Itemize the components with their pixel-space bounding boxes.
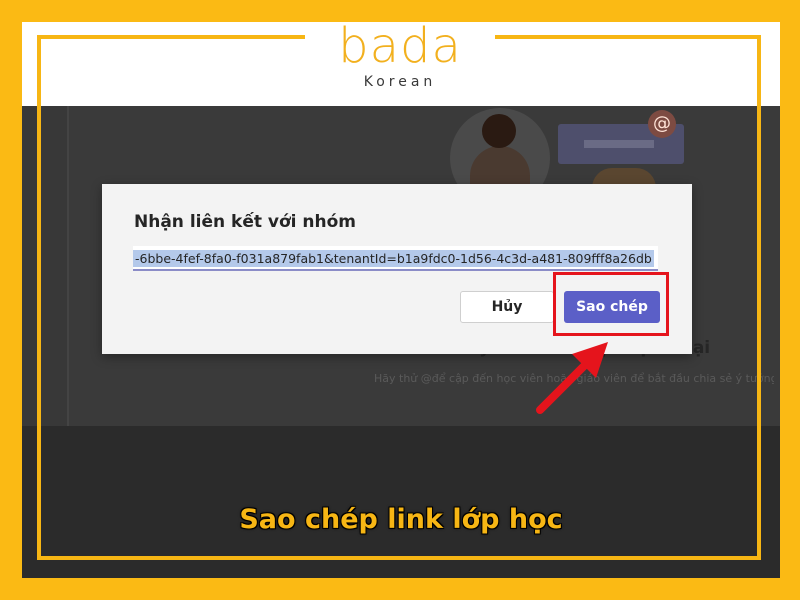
bada-logo-subtitle: Korean [363, 74, 437, 90]
gold-frame [37, 35, 761, 560]
bada-logo: bada [338, 18, 462, 74]
